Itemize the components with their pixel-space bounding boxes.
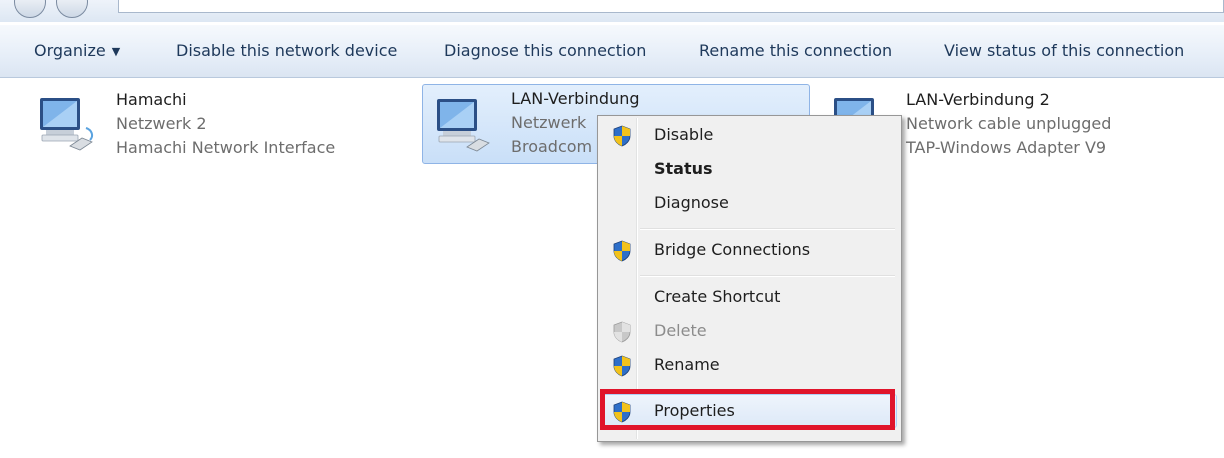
connection-name: Hamachi — [116, 90, 187, 109]
menu-item-label: Status — [654, 159, 713, 178]
menu-item-bridge-connections[interactable]: Bridge Connections — [600, 233, 897, 267]
back-button[interactable] — [14, 0, 46, 18]
menu-separator — [640, 275, 895, 277]
menu-item-status[interactable]: Status — [600, 152, 897, 186]
menu-item-properties[interactable]: Properties — [600, 394, 897, 428]
navigation-strip — [0, 0, 1224, 22]
organize-button[interactable]: Organize ▼ — [34, 25, 120, 77]
network-adapter-icon — [437, 99, 490, 152]
menu-item-delete: Delete — [600, 314, 897, 348]
menu-item-label: Properties — [654, 401, 735, 420]
menu-separator — [640, 228, 895, 230]
view-status-button[interactable]: View status of this connection — [944, 25, 1184, 77]
context-menu: Disable Status Diagnose Bridge Connectio… — [597, 115, 902, 442]
menu-item-rename[interactable]: Rename — [600, 348, 897, 382]
connection-name: LAN-Verbindung — [511, 89, 640, 108]
connection-item-hamachi[interactable]: Hamachi Netzwerk 2 Hamachi Network Inter… — [20, 84, 380, 162]
uac-shield-icon — [613, 401, 631, 423]
uac-shield-icon — [613, 321, 631, 343]
connection-adapter: Hamachi Network Interface — [116, 138, 336, 157]
menu-item-label: Bridge Connections — [654, 240, 811, 259]
connection-adapter: Broadcom — [511, 137, 593, 156]
connection-adapter: TAP-Windows Adapter V9 — [906, 138, 1107, 157]
address-bar[interactable] — [118, 0, 1224, 13]
menu-item-label: Delete — [654, 321, 707, 340]
menu-item-label: Disable — [654, 125, 714, 144]
rename-connection-button[interactable]: Rename this connection — [699, 25, 892, 77]
command-bar: Organize ▼ Disable this network device Di… — [0, 24, 1224, 78]
uac-shield-icon — [613, 125, 631, 147]
disable-device-button[interactable]: Disable this network device — [176, 25, 397, 77]
diagnose-connection-button[interactable]: Diagnose this connection — [444, 25, 646, 77]
menu-item-create-shortcut[interactable]: Create Shortcut — [600, 280, 897, 314]
connection-status: Netzwerk — [511, 113, 587, 132]
connection-name: LAN-Verbindung 2 — [906, 90, 1050, 109]
menu-item-diagnose[interactable]: Diagnose — [600, 186, 897, 220]
menu-item-label: Rename — [654, 355, 720, 374]
organize-label: Organize — [34, 41, 106, 60]
connection-status: Network cable unplugged — [906, 114, 1112, 133]
menu-item-label: Diagnose — [654, 193, 729, 212]
menu-item-disable[interactable]: Disable — [600, 118, 897, 152]
connection-status: Netzwerk 2 — [116, 114, 207, 133]
uac-shield-icon — [613, 355, 631, 377]
forward-button[interactable] — [56, 0, 88, 18]
menu-separator — [640, 389, 895, 391]
menu-item-label: Create Shortcut — [654, 287, 781, 306]
uac-shield-icon — [613, 240, 631, 262]
network-adapter-icon — [40, 98, 94, 151]
chevron-down-icon: ▼ — [111, 45, 121, 58]
